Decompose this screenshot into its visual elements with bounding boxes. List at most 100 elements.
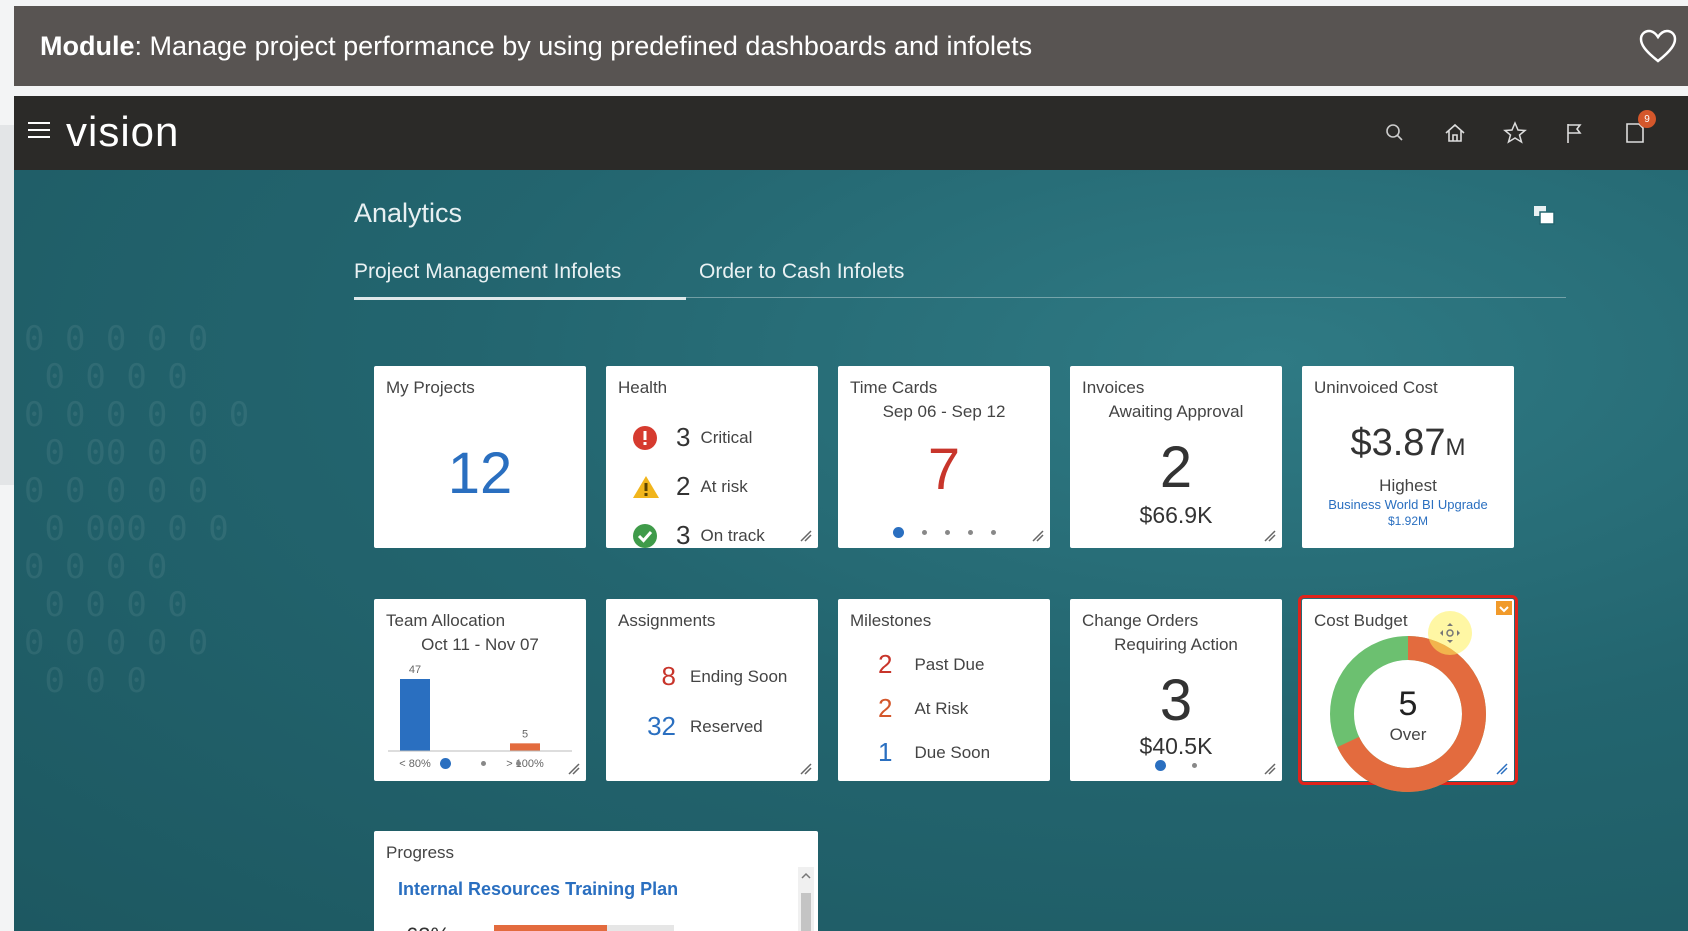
reserved-count: 32	[647, 711, 676, 741]
tiles-layout-icon[interactable]	[1532, 204, 1556, 226]
allocation-bar-value: 5	[522, 728, 528, 740]
at-risk-count: 2	[878, 693, 893, 723]
my-projects-tile[interactable]: My Projects 12	[374, 366, 586, 548]
progress-plan-link[interactable]: Internal Resources Training Plan	[398, 879, 678, 900]
critical-count: 3	[676, 422, 691, 452]
past-due-label: Past Due	[914, 654, 985, 674]
module-banner: Module : Manage project performance by u…	[14, 6, 1688, 86]
home-icon[interactable]	[1440, 118, 1470, 148]
scrollbar-thumb[interactable]	[801, 893, 811, 931]
progress-bar-fill	[494, 925, 608, 931]
module-prefix: Module	[40, 30, 135, 61]
resize-icon[interactable]	[800, 530, 812, 542]
assignments-tile[interactable]: Assignments 8 Ending Soon 32 Reserved	[606, 599, 818, 781]
progress-percent: 63%	[406, 923, 450, 931]
app-header: vision 9	[14, 96, 1688, 170]
highest-project-link[interactable]: Business World BI Upgrade	[1302, 497, 1514, 512]
check-icon	[633, 523, 657, 548]
warning-icon	[633, 475, 659, 498]
team-allocation-tile[interactable]: Team Allocation Oct 11 - Nov 07 47 < 80% 5…	[374, 599, 586, 781]
progress-tile[interactable]: Progress Internal Resources Training Pla…	[374, 831, 818, 931]
pager-dots[interactable]	[374, 758, 586, 769]
brand-logo[interactable]: vision	[66, 108, 179, 156]
infolet-tabs: Project Management Infolets Order to Cas…	[354, 260, 1566, 300]
side-tab	[0, 125, 14, 485]
health-tile[interactable]: Health 3 Critical 2 At risk 3 On track	[606, 366, 818, 550]
tile-title: Team Allocation	[386, 611, 506, 630]
on-track-count: 3	[676, 520, 691, 550]
heart-icon[interactable]	[1638, 28, 1678, 64]
error-icon	[633, 425, 657, 450]
resize-icon[interactable]	[568, 763, 580, 775]
due-soon-count: 1	[878, 737, 893, 767]
tile-title: Cost Budget	[1314, 611, 1408, 630]
tile-title: Change Orders	[1082, 611, 1199, 630]
pager-dots[interactable]	[838, 527, 1050, 538]
over-budget-count: 5	[1398, 685, 1418, 723]
progress-bar	[494, 925, 674, 931]
at-risk-label: At Risk	[914, 698, 969, 718]
tab-project-management-infolets[interactable]: Project Management Infolets	[354, 260, 687, 300]
search-icon[interactable]	[1380, 118, 1410, 148]
tile-subtitle: Awaiting Approval	[1108, 402, 1244, 421]
left-edge	[0, 0, 14, 931]
time-cards-tile[interactable]: Time Cards Sep 06 - Sep 12 7	[838, 366, 1050, 548]
scrollbar[interactable]	[798, 867, 814, 931]
allocation-bar-value: 47	[409, 664, 421, 676]
ending-soon-count: 8	[661, 661, 676, 691]
favorites-star-icon[interactable]	[1500, 118, 1530, 148]
chevron-down-icon	[1499, 606, 1509, 613]
uninvoiced-cost-tile[interactable]: Uninvoiced Cost $3.87M Highest Business …	[1302, 366, 1514, 548]
tile-title: Progress	[386, 843, 455, 862]
allocation-bar[interactable]	[400, 679, 430, 751]
ending-soon-label: Ending Soon	[690, 666, 788, 686]
move-icon	[1440, 623, 1460, 643]
highest-project-amount: $1.92M	[1387, 514, 1429, 528]
due-soon-label: Due Soon	[914, 742, 991, 762]
tile-title: Invoices	[1082, 378, 1145, 397]
invoices-amount: $66.9K	[1139, 502, 1213, 528]
invoices-count: 2	[1159, 435, 1193, 500]
tile-subtitle: Requiring Action	[1114, 635, 1238, 654]
tile-title: My Projects	[386, 378, 475, 397]
drag-handle[interactable]	[1428, 611, 1472, 655]
tile-subtitle: Sep 06 - Sep 12	[882, 402, 1006, 421]
past-due-count: 2	[878, 649, 893, 679]
at-risk-count: 2	[676, 471, 691, 501]
analytics-title: Analytics	[354, 198, 463, 228]
critical-label: Critical	[700, 427, 753, 447]
resize-icon[interactable]	[1264, 530, 1276, 542]
resize-icon[interactable]	[1032, 530, 1044, 542]
flag-icon[interactable]	[1560, 118, 1590, 148]
cost-budget-tile[interactable]: Cost Budget 5 Over	[1298, 595, 1518, 792]
reserved-label: Reserved	[690, 716, 763, 736]
tile-actions-menu[interactable]	[1496, 601, 1512, 615]
projects-count: 12	[447, 441, 513, 506]
notifications-button[interactable]: 9	[1620, 110, 1656, 148]
module-title: : Manage project performance by using pr…	[134, 30, 1033, 61]
background-pattern: 0 0 0 0 0 0 0 0 0 0 0 0 0 0 0 0 00 0 0 0…	[24, 319, 250, 701]
change-orders-amount: $40.5K	[1139, 733, 1213, 759]
allocation-bar[interactable]	[510, 743, 540, 751]
highest-label: Highest	[1379, 476, 1437, 495]
change-orders-tile[interactable]: Change Orders Requiring Action 3 $40.5K	[1070, 599, 1282, 781]
scroll-up-icon[interactable]	[798, 870, 814, 882]
menu-icon[interactable]	[28, 122, 50, 142]
analytics-dashboard: 0 0 0 0 0 0 0 0 0 0 0 0 0 0 0 0 00 0 0 0…	[14, 170, 1688, 931]
at-risk-label: At risk	[700, 476, 748, 496]
change-orders-count: 3	[1159, 668, 1193, 733]
tile-title: Health	[618, 378, 668, 397]
tile-title: Milestones	[850, 611, 932, 630]
tab-order-to-cash-infolets[interactable]: Order to Cash Infolets	[699, 260, 904, 298]
invoices-tile[interactable]: Invoices Awaiting Approval 2 $66.9K	[1070, 366, 1282, 548]
notification-badge: 9	[1638, 110, 1656, 128]
on-track-label: On track	[700, 525, 765, 545]
resize-icon[interactable]	[1496, 763, 1508, 775]
pager-dots[interactable]	[1070, 760, 1282, 771]
resize-icon[interactable]	[1264, 763, 1276, 775]
milestones-tile[interactable]: Milestones 2 Past Due 2 At Risk 1 Due So…	[838, 599, 1050, 781]
resize-icon[interactable]	[800, 763, 812, 775]
time-cards-count: 7	[927, 437, 961, 502]
over-budget-label: Over	[1389, 725, 1427, 744]
tile-title: Assignments	[618, 611, 716, 630]
